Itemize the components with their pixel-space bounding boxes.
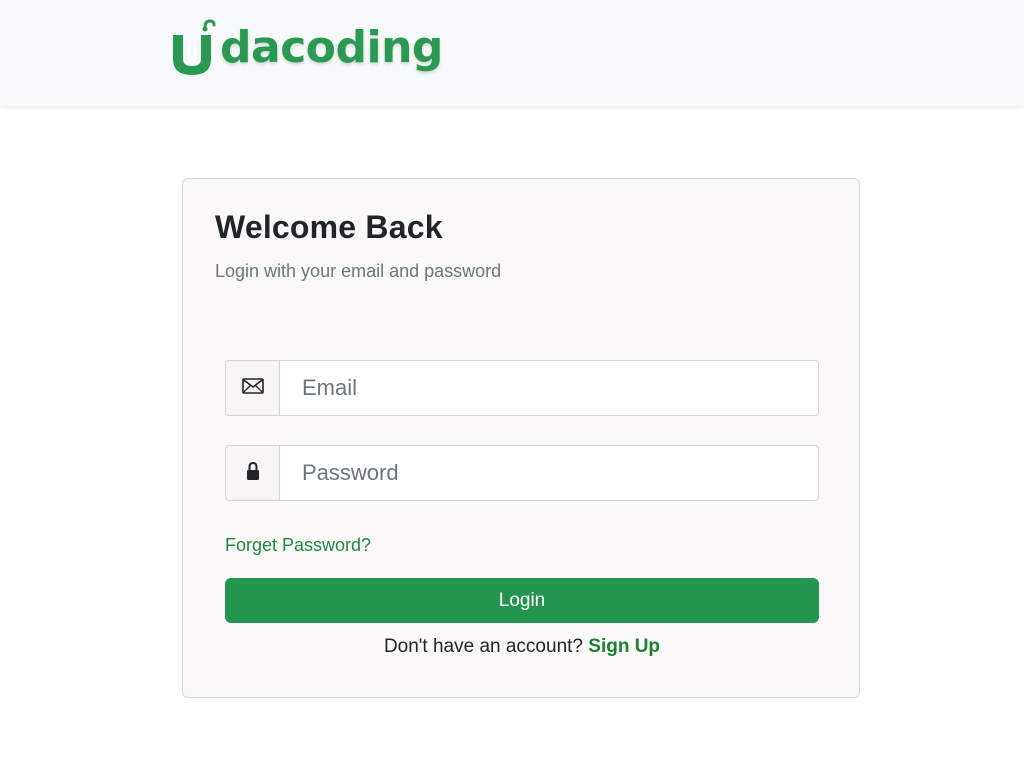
navbar: dacoding	[0, 0, 1024, 106]
password-input-group	[225, 445, 819, 501]
email-icon-box	[225, 360, 279, 416]
password-input[interactable]	[279, 445, 819, 501]
signup-prompt: Don't have an account?	[383, 636, 589, 657]
signup-link[interactable]: Sign Up	[588, 636, 660, 657]
login-button[interactable]: Login	[225, 578, 819, 623]
signup-line: Don't have an account? Sign Up	[183, 636, 861, 658]
logo-mark-icon	[168, 17, 218, 79]
email-input-group	[225, 360, 819, 416]
site-logo[interactable]: dacoding	[168, 12, 443, 84]
login-subtitle: Login with your email and password	[215, 261, 502, 281]
login-title: Welcome Back	[215, 209, 443, 245]
email-input[interactable]	[279, 360, 819, 416]
envelope-icon	[241, 377, 264, 399]
logo-text: dacoding	[220, 22, 443, 73]
password-icon-box	[225, 445, 279, 501]
lock-icon	[246, 461, 260, 486]
forgot-password-link[interactable]: Forget Password?	[225, 535, 371, 556]
login-card: Welcome Back Login with your email and p…	[182, 178, 860, 698]
